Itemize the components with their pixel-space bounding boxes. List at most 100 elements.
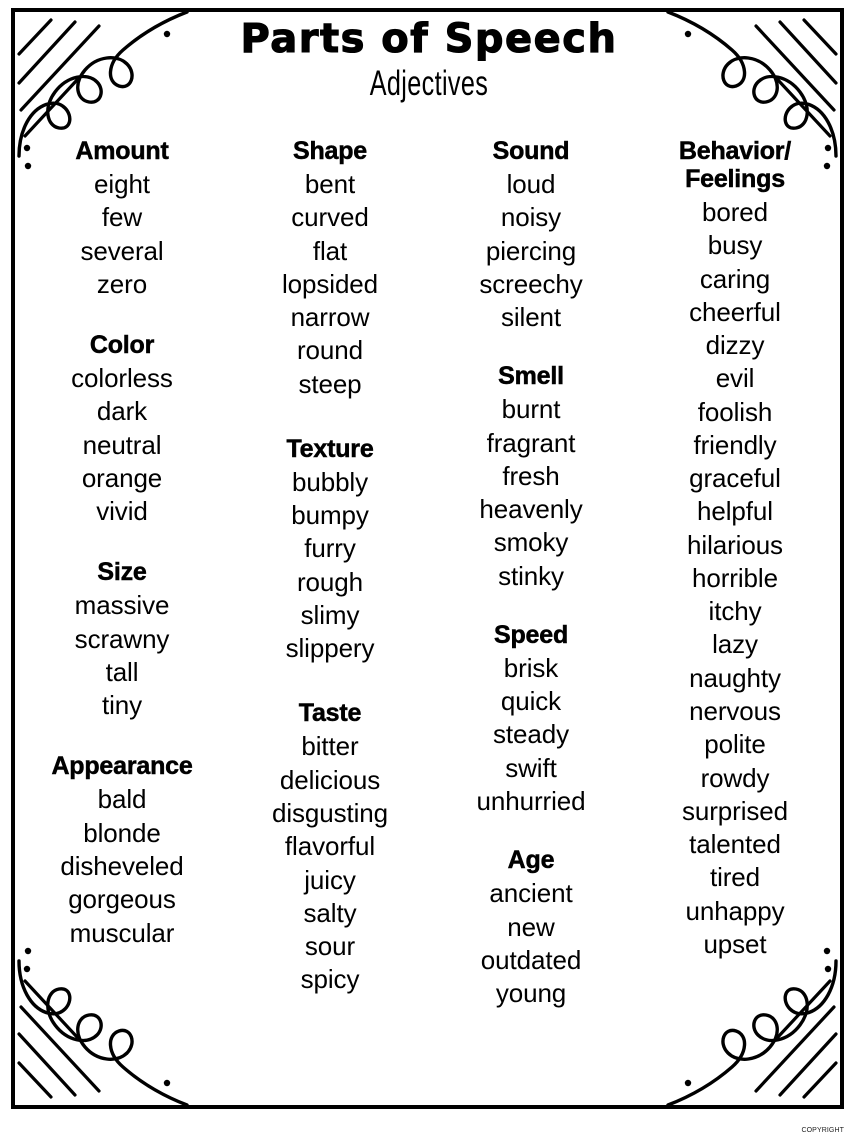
word-group-heading: Taste [298, 699, 362, 728]
word-item: lazy [712, 629, 758, 660]
word-item: delicious [279, 764, 381, 795]
word-item: talented [689, 829, 781, 860]
word-item: noisy [500, 202, 562, 233]
word-item: dizzy [705, 330, 765, 361]
word-group-heading: Texture [286, 434, 374, 464]
word-group-heading: Behavior/Feelings [634, 137, 836, 194]
word-group-heading: Size [97, 558, 147, 587]
word-column-1: Amount eight few several zero Color colorless d… [22, 137, 222, 980]
word-item: disheveled [60, 850, 184, 881]
word-item: bubbly [291, 466, 369, 497]
word-item: sour [304, 931, 356, 962]
word-group-heading: Age [507, 846, 555, 875]
word-item: horrible [692, 562, 778, 593]
word-columns: Amount eight few several zero Color colorless d… [22, 137, 836, 1038]
word-item: colorless [71, 363, 173, 394]
word-group-heading: Color [89, 331, 155, 360]
word-item: fragrant [486, 427, 576, 458]
word-item: brisk [503, 652, 559, 683]
word-item: rough [297, 566, 363, 597]
word-list: burnt fragrant fresh heavenly smoky stinky [438, 393, 624, 593]
word-item: slippery [285, 633, 375, 664]
word-list: loud noisy piercing screechy silent [438, 168, 624, 334]
word-item: orange [81, 462, 163, 493]
word-list: colorless dark neutral orange vivid [22, 362, 222, 528]
word-item: piercing [485, 235, 577, 266]
word-group: Texture bubbly bumpy furry rough slimy slipper… [232, 435, 428, 666]
word-item: dark [96, 396, 148, 427]
word-group-heading-line: Behavior/ [678, 137, 792, 166]
word-item: curved [291, 202, 369, 233]
word-list: bitter delicious disgusting flavorful juicy s… [232, 730, 428, 996]
word-item: outdated [480, 944, 582, 975]
word-item: smoky [493, 527, 569, 558]
word-item: heavenly [479, 494, 583, 525]
page-subtitle: Adjectives [369, 64, 489, 103]
word-item: slimy [300, 599, 360, 630]
word-item: few [101, 202, 143, 233]
word-list: eight few several zero [22, 168, 222, 301]
word-item: screechy [479, 268, 583, 299]
word-list: bald blonde disheveled gorgeous muscular [22, 783, 222, 949]
worksheet-page: Parts of Speech Adjectives Amount eight fe… [0, 0, 858, 1136]
word-group: Age ancient new outdated young [438, 846, 624, 1010]
word-list: bored busy caring cheerful dizzy evil foolish f… [634, 196, 836, 961]
word-item: furry [304, 533, 356, 564]
word-group: Behavior/Feelings bored busy caring cheerful… [634, 137, 836, 961]
word-group: Color colorless dark neutral orange vivid [22, 331, 222, 528]
word-item: gorgeous [68, 884, 176, 915]
word-item: young [495, 978, 567, 1009]
word-group: Speed brisk quick steady swift unhurried [438, 621, 624, 818]
word-item: disgusting [271, 797, 389, 828]
word-item: bent [304, 169, 356, 199]
word-group: Sound loud noisy piercing screechy silent [438, 137, 624, 334]
word-item: quick [500, 686, 562, 717]
word-item: nervous [689, 695, 781, 726]
word-item: ancient [489, 878, 573, 909]
word-item: muscular [69, 917, 175, 948]
word-item: caring [699, 263, 771, 294]
word-item: silent [500, 302, 562, 333]
word-item: cheerful [689, 296, 781, 327]
word-item: zero [96, 268, 148, 299]
word-item: flavorful [284, 831, 376, 862]
word-item: unhappy [685, 895, 785, 926]
word-item: round [297, 335, 363, 366]
word-item: flat [312, 235, 348, 266]
word-item: helpful [697, 496, 773, 527]
word-item: steep [298, 368, 362, 399]
word-group-heading: Amount [75, 137, 169, 166]
word-item: upset [703, 928, 767, 959]
word-group: Appearance bald blonde disheveled gorgeous mu… [22, 752, 222, 949]
word-column-2: Shape bent curved flat lopsided narrow round st… [232, 137, 428, 1031]
word-item: massive [74, 590, 170, 621]
word-list: brisk quick steady swift unhurried [438, 652, 624, 818]
word-item: neutral [82, 429, 162, 460]
word-item: graceful [689, 463, 781, 494]
word-item: tiny [101, 690, 143, 721]
word-group: Smell burnt fragrant fresh heavenly smoky stin… [438, 362, 624, 593]
word-group-heading-line: Feelings [685, 165, 786, 194]
word-item: blonde [83, 817, 161, 848]
word-item: loud [506, 169, 556, 199]
word-item: evil [715, 363, 755, 394]
word-item: bored [702, 197, 768, 227]
word-column-4: Behavior/Feelings bored busy caring cheerful… [634, 137, 836, 961]
word-item: swift [505, 752, 557, 783]
word-item: tired [709, 862, 761, 893]
word-group: Shape bent curved flat lopsided narrow round st… [232, 137, 428, 401]
word-group: Taste bitter delicious disgusting flavorful j… [232, 699, 428, 996]
word-item: tall [105, 656, 139, 687]
word-item: fresh [502, 460, 560, 491]
word-item: unhurried [476, 785, 586, 816]
word-item: busy [707, 230, 763, 261]
word-list: ancient new outdated young [438, 877, 624, 1010]
page-title: Parts of Speech [240, 16, 618, 62]
word-group-heading: Smell [498, 362, 564, 391]
word-group-heading: Sound [492, 137, 570, 166]
word-item: steady [492, 719, 569, 750]
word-item: surprised [681, 795, 789, 826]
word-list: bubbly bumpy furry rough slimy slippery [232, 466, 428, 666]
word-item: foolish [697, 396, 773, 427]
word-item: new [507, 911, 555, 942]
